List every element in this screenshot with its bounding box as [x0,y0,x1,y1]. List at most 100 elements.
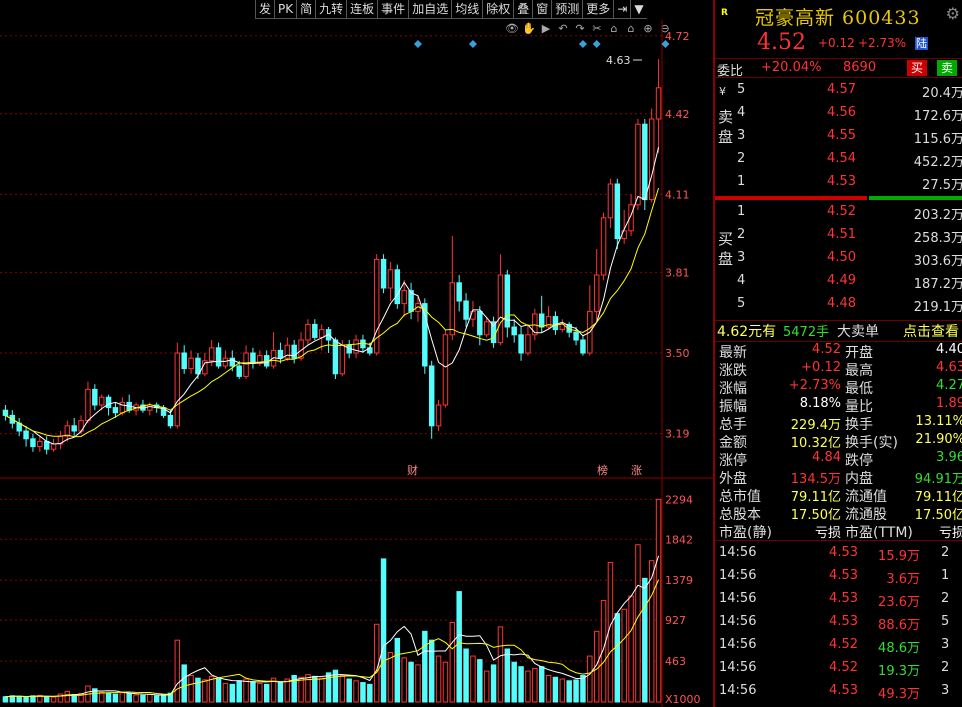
volume-bar[interactable] [215,678,222,703]
sell-button[interactable]: 卖 [937,60,958,76]
volume-bar[interactable] [37,694,43,703]
volume-bar[interactable] [133,694,139,703]
volume-bar[interactable] [71,693,77,703]
book-row[interactable]: 2 4.51 258.3万 [715,224,962,247]
candle-body[interactable] [635,123,641,206]
candle-body[interactable] [401,290,407,305]
candle-body[interactable] [332,339,339,375]
candle-body[interactable] [394,269,401,305]
volume-bar[interactable] [112,693,119,703]
candle-body[interactable] [642,123,648,201]
candle-body[interactable] [607,183,614,219]
volume-bar[interactable] [85,685,91,703]
candle-body[interactable] [621,230,627,240]
event-diamond-marker[interactable] [413,40,422,48]
toolbar-item[interactable]: 发 [255,0,275,19]
candle-body[interactable] [318,329,325,338]
candle-body[interactable] [614,183,621,240]
volume-bar[interactable] [387,652,394,703]
toolbar-item[interactable]: 叠 [513,0,533,19]
volume-bar[interactable] [346,678,352,703]
toolbar-item[interactable]: ⇥ [613,0,631,19]
volume-bar[interactable] [78,693,84,703]
volume-bar[interactable] [153,695,160,703]
toolbar-item[interactable]: 连板 [346,0,378,19]
candle-body[interactable] [648,118,655,201]
toolbar-item[interactable]: 九转 [315,0,347,19]
volume-bar[interactable] [243,678,249,703]
hand-icon[interactable]: ✋ [522,22,536,36]
volume-bar[interactable] [367,683,373,703]
book-row[interactable]: 5 4.48 219.1万 [715,293,962,316]
undo-icon[interactable]: ↶ [556,22,570,36]
candle-body[interactable] [160,407,167,416]
volume-bar[interactable] [518,666,524,703]
toolbar-item[interactable]: 预测 [551,0,583,19]
candle-body[interactable] [408,290,414,312]
volume-bar[interactable] [456,591,462,703]
volume-bar[interactable] [318,677,325,703]
candle-body[interactable] [538,313,545,328]
candle-body[interactable] [277,349,284,359]
candle-body[interactable] [497,274,504,344]
volume-bar[interactable] [332,669,339,703]
zoom-out-icon[interactable]: ⊖ [658,22,672,36]
candle-body[interactable] [477,310,483,336]
volume-bar[interactable] [208,675,215,703]
candle-body[interactable] [593,274,600,312]
candle-body[interactable] [98,396,105,406]
volume-bar[interactable] [401,657,407,703]
volume-bar[interactable] [600,599,607,703]
candle-body[interactable] [580,339,586,354]
kline-svg[interactable]: 4.724.424.113.813.503.192294184213799274… [0,0,713,707]
volume-bar[interactable] [463,648,469,703]
volume-bar[interactable] [422,630,428,703]
candle-body[interactable] [291,344,297,359]
volume-bar[interactable] [435,655,442,703]
volume-bar[interactable] [291,675,297,703]
candle-body[interactable] [181,352,187,370]
candle-body[interactable] [566,323,572,333]
toolbar-item[interactable]: 简 [296,0,316,19]
book-row[interactable]: 3 4.55 115.6万 [715,125,962,148]
redo-icon[interactable]: ↷ [573,22,587,36]
candle-body[interactable] [470,310,476,320]
volume-bar[interactable] [449,622,456,703]
candle-body[interactable] [422,303,428,367]
volume-bar[interactable] [477,659,483,703]
volume-bar[interactable] [222,682,229,703]
volume-bar[interactable] [30,695,36,703]
event-diamond-marker[interactable] [468,40,477,48]
volume-bar[interactable] [9,695,16,703]
volume-bar[interactable] [380,558,387,703]
volume-bar[interactable] [92,688,98,703]
book-row[interactable]: 1 4.53 27.5万 [715,171,962,194]
volume-bar[interactable] [353,680,359,703]
candle-body[interactable] [2,409,9,416]
candle-body[interactable] [353,339,359,354]
scissors-icon[interactable]: ✂ [590,22,604,36]
volume-bar[interactable] [105,692,112,703]
candle-body[interactable] [380,258,387,289]
lock-icon[interactable]: ⌂ [607,22,621,36]
volume-bar[interactable] [490,664,497,703]
volume-bar[interactable] [593,630,600,703]
toolbar-item[interactable]: 除权 [482,0,514,19]
volume-bar[interactable] [415,664,421,703]
toolbar-item[interactable]: 更多 [582,0,614,19]
play-icon[interactable]: ▶ [539,22,553,36]
candle-body[interactable] [215,347,222,367]
volume-bar[interactable] [270,677,277,703]
candle-body[interactable] [387,269,394,289]
volume-bar[interactable] [2,696,9,703]
candle-body[interactable] [50,443,57,450]
event-label-bang[interactable]: 榜 [597,463,608,477]
candle-body[interactable] [559,323,566,331]
lock2-icon[interactable]: ⌂ [624,22,638,36]
buy-button[interactable]: 买 [907,60,928,76]
candle-body[interactable] [587,310,593,354]
volume-bar[interactable] [98,691,105,703]
volume-bar[interactable] [559,678,566,703]
candle-body[interactable] [339,344,346,375]
book-row[interactable]: 4 4.49 187.2万 [715,270,962,293]
